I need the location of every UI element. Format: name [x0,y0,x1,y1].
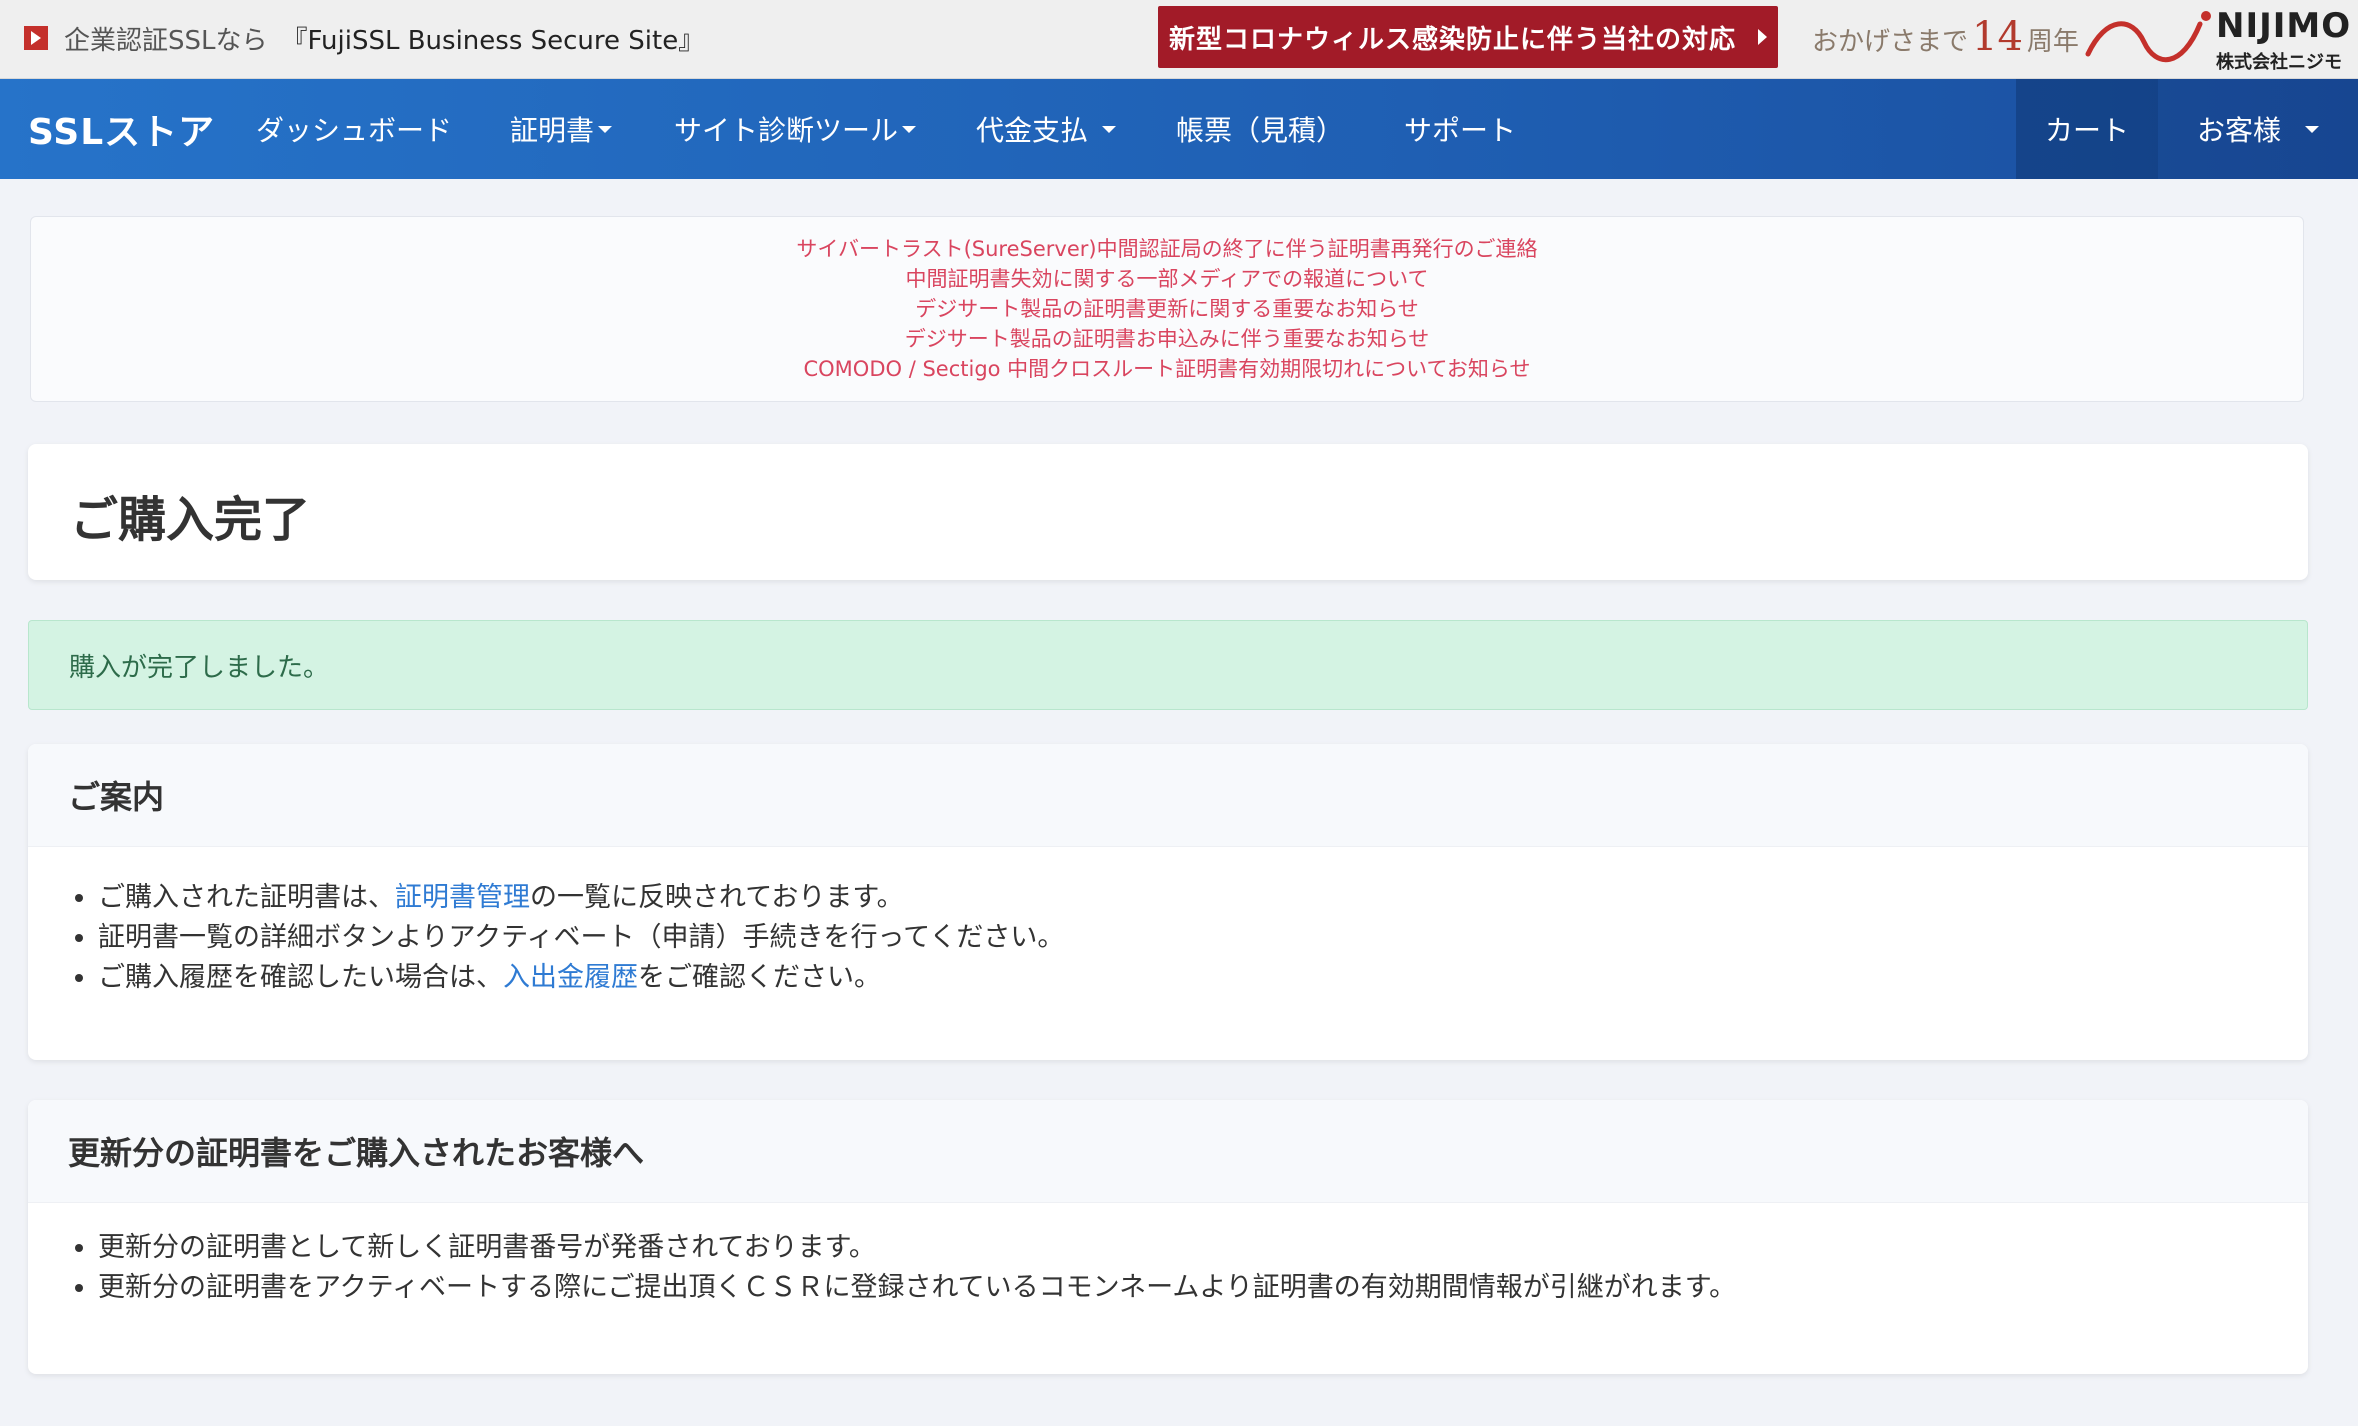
promo-product: 『FujiSSL Business Secure Site』 [281,25,705,56]
list-item-text: ご購入履歴を確認したい場合は、 [98,962,503,993]
certificate-management-link[interactable]: 証明書管理 [395,882,530,913]
caret-down-icon [598,125,613,133]
page-title-card: ご購入完了 [28,444,2308,580]
list-item-text: ご購入された証明書は、 [98,882,395,913]
caret-down-icon [2305,125,2319,133]
list-item: ご購入された証明書は、証明書管理の一覧に反映されております。 [98,878,1064,918]
anniversary-prefix: おかげさまで [1812,27,1969,57]
nav-certificates[interactable]: 証明書 [510,79,613,179]
notice-link[interactable]: デジサート製品の証明書更新に関する重要なお知らせ [915,294,1419,324]
promo-link[interactable]: 企業認証SSLなら 『FujiSSL Business Secure Site』 [24,20,704,56]
brand-logo[interactable]: SSLストア [28,79,215,179]
guide-card-title: ご案内 [28,744,2308,847]
anniversary-number: 14 [1972,14,2023,60]
list-item: 更新分の証明書をアクティベートする際にご提出頂くＣＳＲに登録されているコモンネー… [98,1268,1736,1308]
nav-site-diagnosis-label: サイト診断ツール [674,114,899,147]
top-banner: 企業認証SSLなら 『FujiSSL Business Secure Site』… [0,0,2358,79]
renewal-list: 更新分の証明書として新しく証明書番号が発番されております。 更新分の証明書をアク… [28,1228,1736,1308]
anniversary-badge: おかげさまで 14 周年 [1812,14,2079,60]
anniversary-suffix: 周年 [2026,27,2079,57]
nav-certificates-label: 証明書 [510,114,595,147]
nav-invoice[interactable]: 帳票（見積） [1176,79,1344,179]
nav-account[interactable]: お客様 [2158,79,2358,179]
nav-dashboard-label: ダッシュボード [256,114,453,147]
renewal-card-title: 更新分の証明書をご購入されたお客様へ [28,1100,2308,1203]
nav-payment-label: 代金支払 [976,114,1089,147]
success-alert-text: 購入が完了しました。 [69,652,330,683]
nav-cart-label: カート [2044,114,2129,147]
nav-dashboard[interactable]: ダッシュボード [256,79,452,179]
nav-payment[interactable]: 代金支払 [976,79,1117,179]
list-item: 証明書一覧の詳細ボタンよりアクティベート（申請）手続きを行ってください。 [98,918,1064,958]
nav-invoice-label: 帳票（見積） [1176,114,1345,147]
list-item: 更新分の証明書として新しく証明書番号が発番されております。 [98,1228,1736,1268]
covid-notice-button[interactable]: 新型コロナウィルス感染防止に伴う当社の対応 [1158,6,1778,68]
notice-link[interactable]: デジサート製品の証明書お申込みに伴う重要なお知らせ [905,324,1430,354]
company-corp: 株式会社ニジモ [2216,52,2342,73]
list-item-text: の一覧に反映されております。 [530,882,904,913]
renewal-card: 更新分の証明書をご購入されたお客様へ 更新分の証明書として新しく証明書番号が発番… [28,1100,2308,1374]
notice-link[interactable]: サイバートラスト(SureServer)中間認証局の終了に伴う証明書再発行のご連… [796,234,1537,264]
nav-cart[interactable]: カート [2016,79,2158,179]
arrow-right-icon [24,26,48,50]
success-alert: 購入が完了しました。 [28,620,2308,710]
guide-list: ご購入された証明書は、証明書管理の一覧に反映されております。 証明書一覧の詳細ボ… [28,878,1064,998]
nav-support[interactable]: サポート [1404,79,1516,179]
play-arrow-icon [1758,29,1767,45]
main-navbar: SSLストア ダッシュボード 証明書 サイト診断ツール 代金支払 帳票（見積） … [0,79,2358,179]
notice-panel: サイバートラスト(SureServer)中間認証局の終了に伴う証明書再発行のご連… [30,216,2304,402]
caret-down-icon [902,125,917,133]
wave-logo-icon [2085,11,2211,63]
list-item-text: をご確認ください。 [638,962,881,993]
company-logo[interactable]: NIJIMO 株式会社ニジモ [2082,6,2350,73]
guide-card: ご案内 ご購入された証明書は、証明書管理の一覧に反映されております。 証明書一覧… [28,744,2308,1060]
list-item: ご購入履歴を確認したい場合は、入出金履歴をご確認ください。 [98,958,1064,998]
notice-link[interactable]: COMODO / Sectigo 中間クロスルート証明書有効期限切れについてお知… [803,354,1530,384]
notice-link[interactable]: 中間証明書失効に関する一部メディアでの報道について [906,264,1429,294]
nav-site-diagnosis[interactable]: サイト診断ツール [674,79,917,179]
nav-account-label: お客様 [2196,114,2281,147]
caret-down-icon [1102,125,1117,133]
page-title: ご購入完了 [70,492,311,548]
covid-notice-label: 新型コロナウィルス感染防止に伴う当社の対応 [1168,24,1736,55]
nav-support-label: サポート [1404,114,1517,147]
payment-history-link[interactable]: 入出金履歴 [503,962,638,993]
promo-label: 企業認証SSLなら [64,25,268,56]
company-name: NIJIMO [2216,6,2352,46]
